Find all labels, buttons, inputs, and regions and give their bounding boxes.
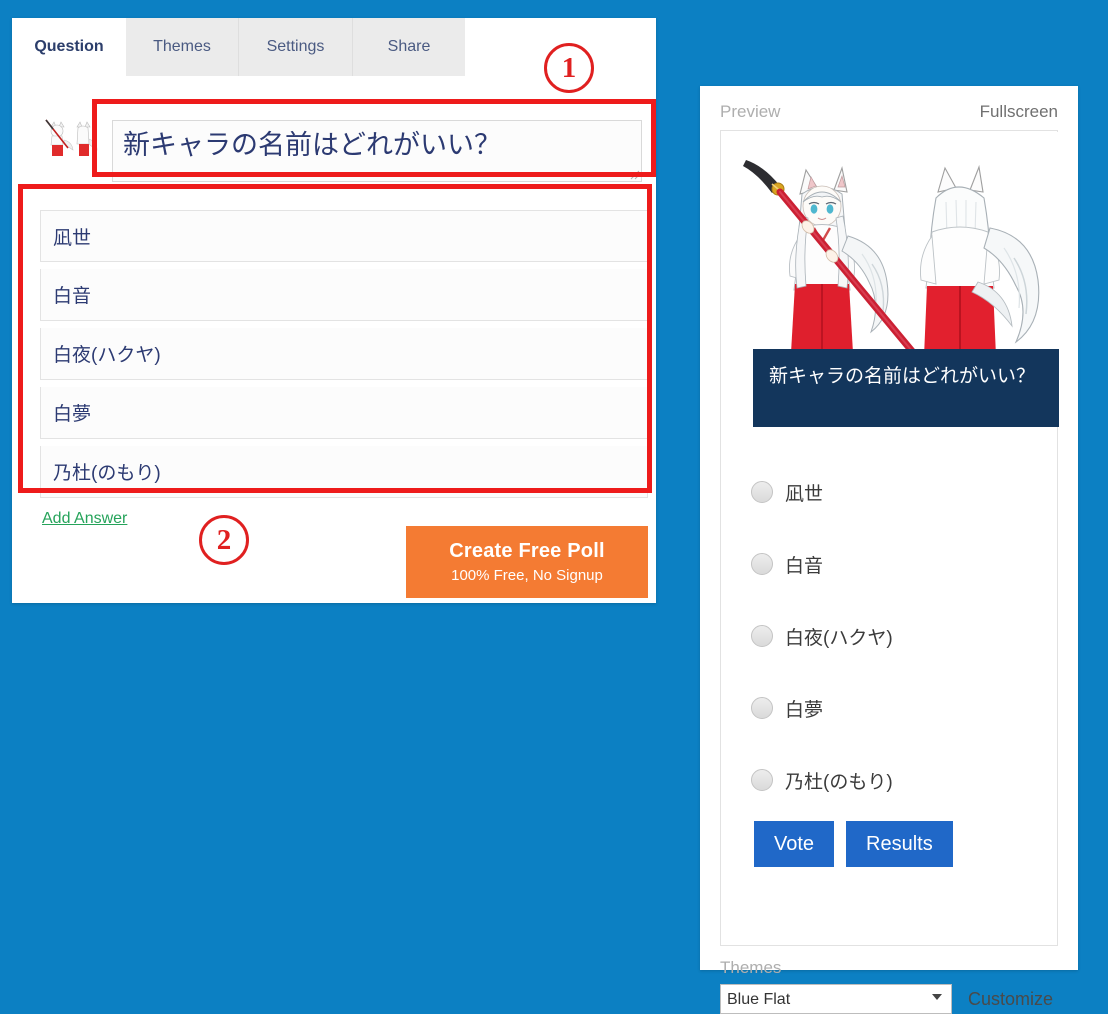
poll-title-text: 新キャラの名前はどれがいい？: [769, 366, 1036, 387]
poll-option-3-label: 白夜(ハクヤ): [785, 627, 893, 649]
themes-row: Blue Flat Customize: [720, 984, 1060, 1014]
poll-option-2[interactable]: 白音: [751, 528, 1051, 600]
fullscreen-link[interactable]: Fullscreen: [980, 102, 1058, 122]
radio-button-icon[interactable]: [751, 481, 773, 503]
poll-options-list: 凪世 白音 白夜(ハクヤ) 白夢 乃杜(のもり): [751, 456, 1051, 816]
preview-card: Preview Fullscreen 新キャラの名前はどれがいい？ 凪世 白音 …: [700, 86, 1078, 1014]
poll-editor-card: Question Themes Settings Share 新キャラの名前はど…: [12, 18, 656, 603]
poll-option-4-label: 白夢: [785, 699, 824, 721]
results-button[interactable]: Results: [846, 821, 953, 867]
question-image-thumbnail[interactable]: [40, 114, 98, 162]
tab-settings[interactable]: Settings: [239, 18, 353, 76]
question-input[interactable]: [112, 120, 642, 182]
tab-question-label: Question: [34, 38, 104, 55]
poll-preview-box: 新キャラの名前はどれがいい？ 凪世 白音 白夜(ハクヤ) 白夢 乃杜(のもり): [720, 130, 1059, 946]
tab-themes[interactable]: Themes: [126, 18, 239, 76]
themes-label: Themes: [720, 958, 782, 977]
themes-section: Themes Blue Flat Customize: [720, 958, 1060, 1014]
poll-option-1[interactable]: 凪世: [751, 456, 1051, 528]
answer-input-4[interactable]: [40, 387, 648, 439]
poll-option-5-label: 乃杜(のもり): [785, 771, 893, 793]
poll-title-bar: 新キャラの名前はどれがいい？: [753, 349, 1059, 427]
answer-input-1[interactable]: [40, 210, 648, 262]
create-free-poll-button[interactable]: Create Free Poll 100% Free, No Signup: [406, 526, 648, 598]
tab-question[interactable]: Question: [12, 18, 126, 76]
tab-settings-label: Settings: [266, 38, 325, 55]
tab-share-label: Share: [387, 38, 431, 55]
answer-fields-list: [40, 210, 648, 505]
poll-option-5[interactable]: 乃杜(のもり): [751, 744, 1051, 816]
preview-label: Preview: [720, 102, 781, 121]
radio-button-icon[interactable]: [751, 769, 773, 791]
answer-input-2[interactable]: [40, 269, 648, 321]
preview-header: Preview Fullscreen: [720, 102, 1058, 122]
poll-option-4[interactable]: 白夢: [751, 672, 1051, 744]
create-poll-title: Create Free Poll: [449, 540, 605, 562]
theme-select-wrapper: Blue Flat: [720, 984, 952, 1014]
tab-themes-label: Themes: [153, 38, 211, 55]
vote-button[interactable]: Vote: [754, 821, 835, 867]
poll-action-buttons: Vote Results: [754, 821, 953, 867]
tab-share[interactable]: Share: [353, 18, 465, 76]
radio-button-icon[interactable]: [751, 697, 773, 719]
theme-select[interactable]: Blue Flat: [720, 984, 952, 1014]
poll-option-3[interactable]: 白夜(ハクヤ): [751, 600, 1051, 672]
add-answer-link[interactable]: Add Answer: [42, 510, 127, 528]
answer-input-3[interactable]: [40, 328, 648, 380]
create-poll-subtitle: 100% Free, No Signup: [451, 567, 603, 584]
radio-button-icon[interactable]: [751, 625, 773, 647]
poll-option-2-label: 白音: [785, 555, 824, 577]
poll-header-image: [722, 132, 1058, 380]
question-row: [12, 76, 656, 182]
answer-input-5[interactable]: [40, 446, 648, 498]
editor-tab-bar: Question Themes Settings Share: [12, 18, 656, 76]
radio-button-icon[interactable]: [751, 553, 773, 575]
customize-link[interactable]: Customize: [968, 989, 1053, 1010]
poll-option-1-label: 凪世: [785, 483, 824, 505]
